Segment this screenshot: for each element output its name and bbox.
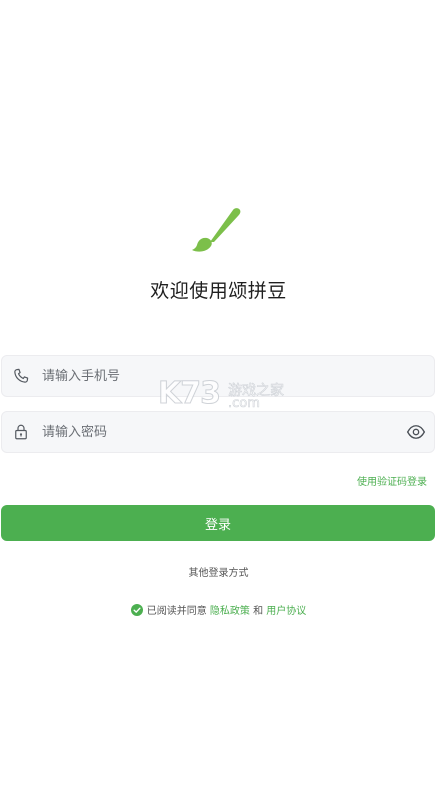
- watermark-big-text: K73: [158, 376, 222, 412]
- phone-icon: [14, 368, 29, 383]
- watermark-logo: K73 游戏之家 .com: [158, 376, 288, 416]
- login-button[interactable]: 登录: [1, 505, 435, 541]
- welcome-title: 欢迎使用颂拼豆: [150, 280, 287, 302]
- verification-code-login-link[interactable]: 使用验证码登录: [357, 473, 427, 488]
- lock-icon: [15, 424, 27, 440]
- check-circle-icon[interactable]: [130, 604, 143, 616]
- other-login-methods-link[interactable]: 其他登录方式: [0, 564, 437, 579]
- user-agreement-link[interactable]: 用户协议: [266, 606, 306, 617]
- paintbrush-icon: [192, 208, 241, 252]
- agreement-row: 已阅读并同意 隐私政策 和 用户协议: [0, 602, 437, 617]
- password-field[interactable]: [1, 411, 435, 453]
- password-input[interactable]: [42, 412, 392, 452]
- agreement-prefix: 已阅读并同意: [146, 606, 207, 617]
- watermark-com-text: .com: [228, 396, 261, 412]
- agreement-and: 和: [253, 606, 264, 617]
- privacy-policy-link[interactable]: 隐私政策: [210, 606, 250, 617]
- eye-icon[interactable]: [406, 423, 426, 441]
